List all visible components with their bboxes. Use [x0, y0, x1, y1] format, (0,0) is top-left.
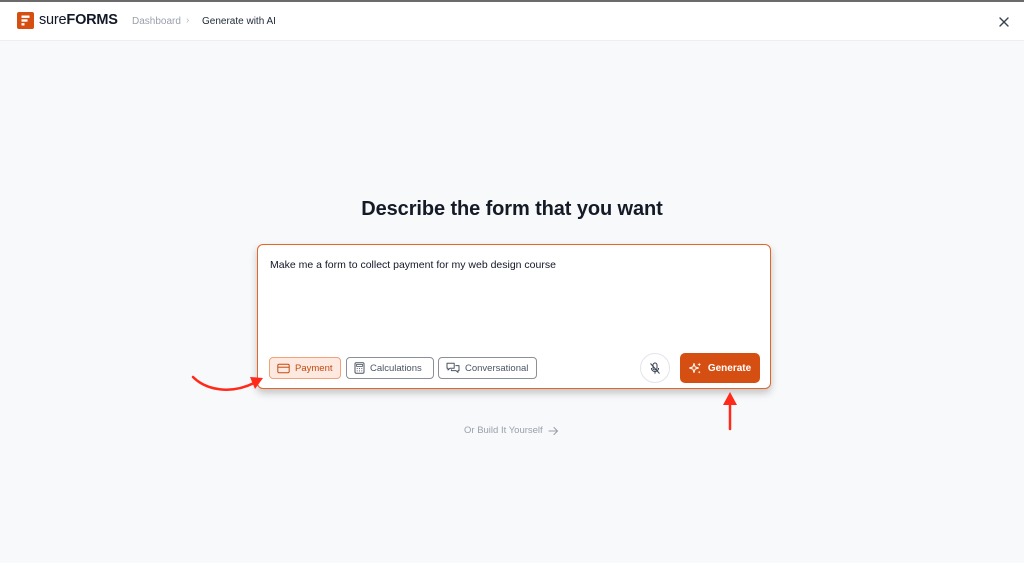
chip-payment-label: Payment: [295, 362, 333, 374]
chip-calculations[interactable]: Calculations: [346, 357, 434, 379]
up-annotation-arrow-icon: [723, 392, 737, 431]
build-yourself-label: Or Build It Yourself: [464, 425, 543, 436]
generate-button[interactable]: Generate: [680, 353, 760, 383]
top-bar: sureFORMS Dashboard › Generate with AI: [0, 2, 1024, 41]
credit-card-icon: [277, 363, 290, 373]
chip-conversational-label: Conversational: [465, 362, 529, 374]
calculator-icon: [354, 362, 365, 374]
chip-conversational[interactable]: Conversational: [438, 357, 537, 379]
breadcrumb-dashboard[interactable]: Dashboard: [132, 16, 181, 27]
breadcrumb-current: Generate with AI: [202, 16, 276, 27]
breadcrumb-separator: ›: [186, 15, 190, 26]
chat-bubbles-icon: [446, 362, 460, 373]
microphone-button[interactable]: [640, 353, 670, 383]
arrow-right-icon: [548, 426, 558, 435]
prompt-input[interactable]: [270, 258, 750, 272]
chip-calculations-label: Calculations: [370, 362, 422, 374]
close-button[interactable]: [997, 15, 1011, 29]
prompt-container: Payment Calculations Conversational: [257, 244, 771, 389]
microphone-off-icon: [650, 362, 660, 374]
chip-payment[interactable]: Payment: [269, 357, 341, 379]
brand-name: sureFORMS: [39, 12, 118, 29]
close-icon: [999, 17, 1009, 27]
generate-label: Generate: [707, 362, 752, 374]
curved-annotation-arrow-icon: [191, 375, 263, 391]
sparkles-icon: [688, 362, 701, 374]
build-yourself-link[interactable]: Or Build It Yourself: [464, 425, 559, 436]
brand-name-light: sure: [39, 12, 67, 28]
brand-name-bold: FORMS: [66, 12, 118, 28]
sureforms-logo[interactable]: sureFORMS: [17, 12, 118, 29]
sureforms-logo-icon: [17, 12, 34, 29]
page-title: Describe the form that you want: [361, 198, 663, 220]
